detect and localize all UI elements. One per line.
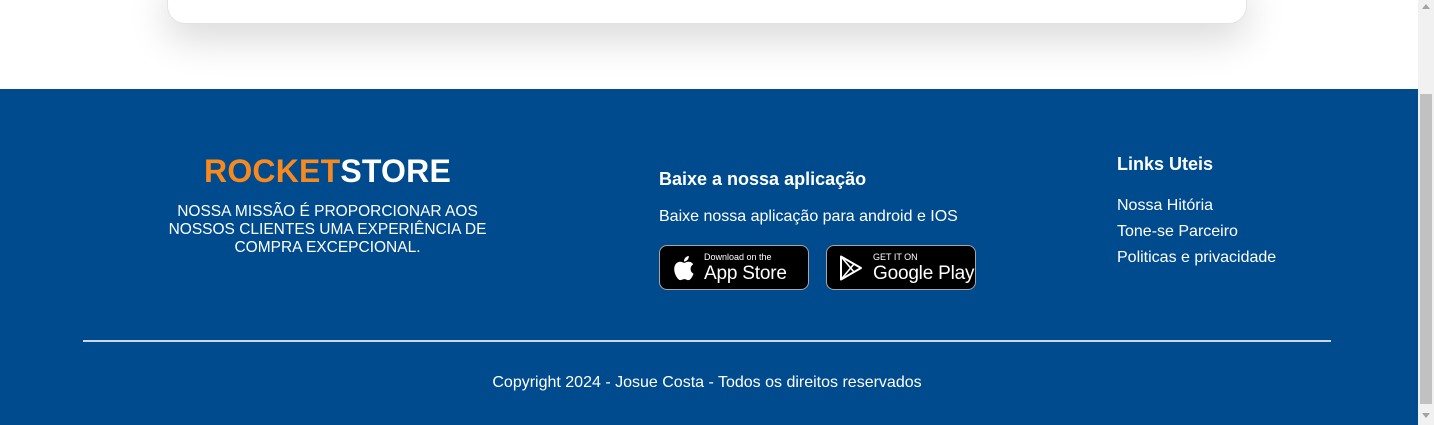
google-play-icon — [840, 255, 862, 280]
app-store-button[interactable]: Download on the App Store — [659, 245, 809, 290]
app-section-title: Baixe a nossa aplicação — [659, 169, 867, 189]
google-play-small-label: GET IT ON — [873, 251, 918, 262]
links-title: Links Uteis — [1117, 154, 1214, 174]
google-play-text: GET IT ON Google Play — [873, 251, 975, 284]
scroll-down-arrow-icon[interactable] — [1422, 413, 1430, 418]
apple-icon — [674, 255, 694, 280]
app-store-small-label: Download on the — [704, 251, 772, 262]
footer-divider — [83, 340, 1331, 342]
mission-text: NOSSA MISSÃO É PROPORCIONAR AOS NOSSOS C… — [168, 203, 487, 256]
footer-brand: ROCKETSTORE NOSSA MISSÃO É PROPORCIONAR … — [140, 151, 515, 257]
app-section-description: Baixe nossa aplicação para android e IOS — [659, 208, 958, 225]
link-privacidade[interactable]: Politicas e privacidade — [1117, 245, 1367, 271]
google-play-big-label: Google Play — [873, 262, 975, 284]
content-card — [167, 0, 1247, 24]
store-badges: Download on the App Store GET IT ON Goog… — [659, 245, 1019, 290]
useful-links-section: Links Uteis Nossa Hitória Tone-se Parcei… — [1117, 153, 1367, 271]
page: ROCKETSTORE NOSSA MISSÃO É PROPORCIONAR … — [0, 0, 1418, 425]
logo-rocket-text: ROCKET — [204, 153, 341, 189]
links-list: Nossa Hitória Tone-se Parceiro Politicas… — [1117, 193, 1367, 271]
copyright-text: Copyright 2024 - Josue Costa - Todos os … — [492, 374, 922, 391]
brand-logo[interactable]: ROCKETSTORE — [140, 151, 515, 191]
link-nossa-historia[interactable]: Nossa Hitória — [1117, 193, 1367, 219]
scroll-up-arrow-icon[interactable] — [1422, 4, 1430, 9]
google-play-button[interactable]: GET IT ON Google Play — [826, 245, 976, 290]
logo-store-text: STORE — [340, 153, 451, 189]
vertical-scrollbar[interactable] — [1418, 0, 1434, 425]
content-area — [0, 0, 1418, 89]
app-store-big-label: App Store — [704, 262, 787, 284]
link-parceiro[interactable]: Tone-se Parceiro — [1117, 219, 1367, 245]
app-store-text: Download on the App Store — [704, 252, 787, 284]
app-download-section: Baixe a nossa aplicação Baixe nossa apli… — [659, 168, 1019, 290]
site-footer: ROCKETSTORE NOSSA MISSÃO É PROPORCIONAR … — [0, 89, 1418, 425]
scrollbar-thumb[interactable] — [1420, 94, 1432, 404]
